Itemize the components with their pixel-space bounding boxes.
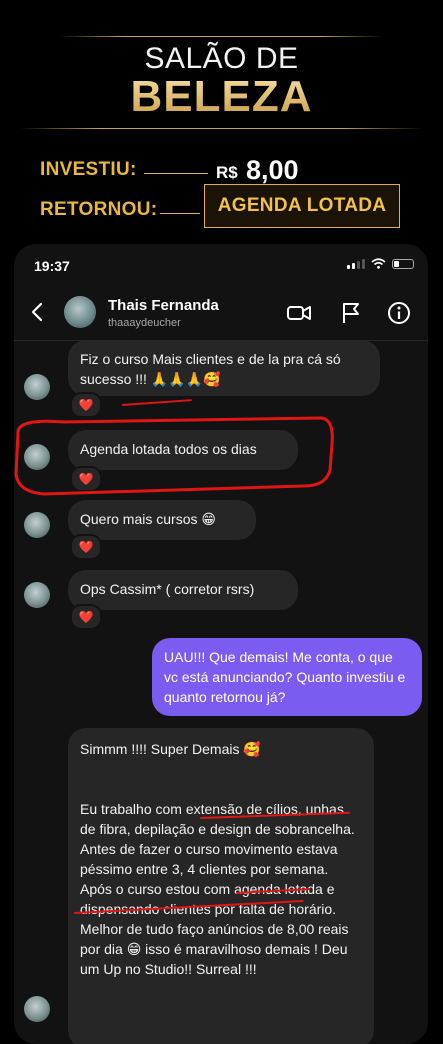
promo-title-main: BELEZA [0, 72, 443, 122]
invested-value: 8,00 [246, 155, 299, 185]
message-bubble[interactable]: Quero mais cursos 😁 [68, 500, 256, 540]
message-bubble[interactable]: Fiz o curso Mais clientes e de la pra cá… [68, 340, 380, 396]
promo-title-top: SALÃO DE [144, 42, 299, 75]
sender-avatar [24, 374, 50, 400]
heart-reaction-icon[interactable]: ❤️ [70, 604, 102, 630]
returned-label: RETORNOU: [40, 199, 158, 220]
invested-label: INVESTIU: [40, 159, 137, 180]
chat-header: Thais Fernanda thaaaydeucher [14, 286, 428, 341]
message-bubble[interactable]: Simmm !!!! Super Demais 🥰 Eu trabalho co… [68, 728, 374, 1044]
status-icons [347, 258, 414, 269]
returned-value-box: AGENDA LOTADA [204, 184, 400, 228]
message-bubble[interactable]: Ops Cassim* ( corretor rsrs) [68, 570, 298, 610]
video-call-icon[interactable] [286, 300, 312, 326]
phone-screen: 19:37 Thais Fernanda thaaaydeucher Fiz o… [14, 244, 428, 1044]
top-divider [60, 36, 383, 37]
returned-value: AGENDA LOTADA [217, 195, 387, 216]
signal-icon [347, 258, 365, 269]
returned-dash [160, 213, 200, 214]
status-time: 19:37 [34, 258, 70, 274]
flag-icon[interactable] [338, 300, 364, 326]
sender-avatar [24, 996, 50, 1022]
wifi-icon [371, 258, 386, 269]
heart-reaction-icon[interactable]: ❤️ [70, 534, 102, 560]
contact-name[interactable]: Thais Fernanda [108, 297, 219, 314]
sender-avatar [24, 512, 50, 538]
my-message-bubble[interactable]: UAU!!! Que demais! Me conta, o que vc es… [152, 638, 422, 716]
invested-currency: R$ [216, 163, 238, 182]
annotation-circle [14, 416, 334, 496]
sender-avatar [24, 582, 50, 608]
battery-icon [392, 258, 414, 269]
back-arrow-icon[interactable] [26, 300, 50, 324]
contact-avatar[interactable] [64, 296, 96, 328]
info-icon[interactable] [386, 300, 412, 326]
contact-username: thaaaydeucher [108, 317, 181, 329]
bottom-divider [20, 128, 423, 129]
annotation-underline [121, 399, 192, 406]
invested-dash [144, 173, 208, 174]
